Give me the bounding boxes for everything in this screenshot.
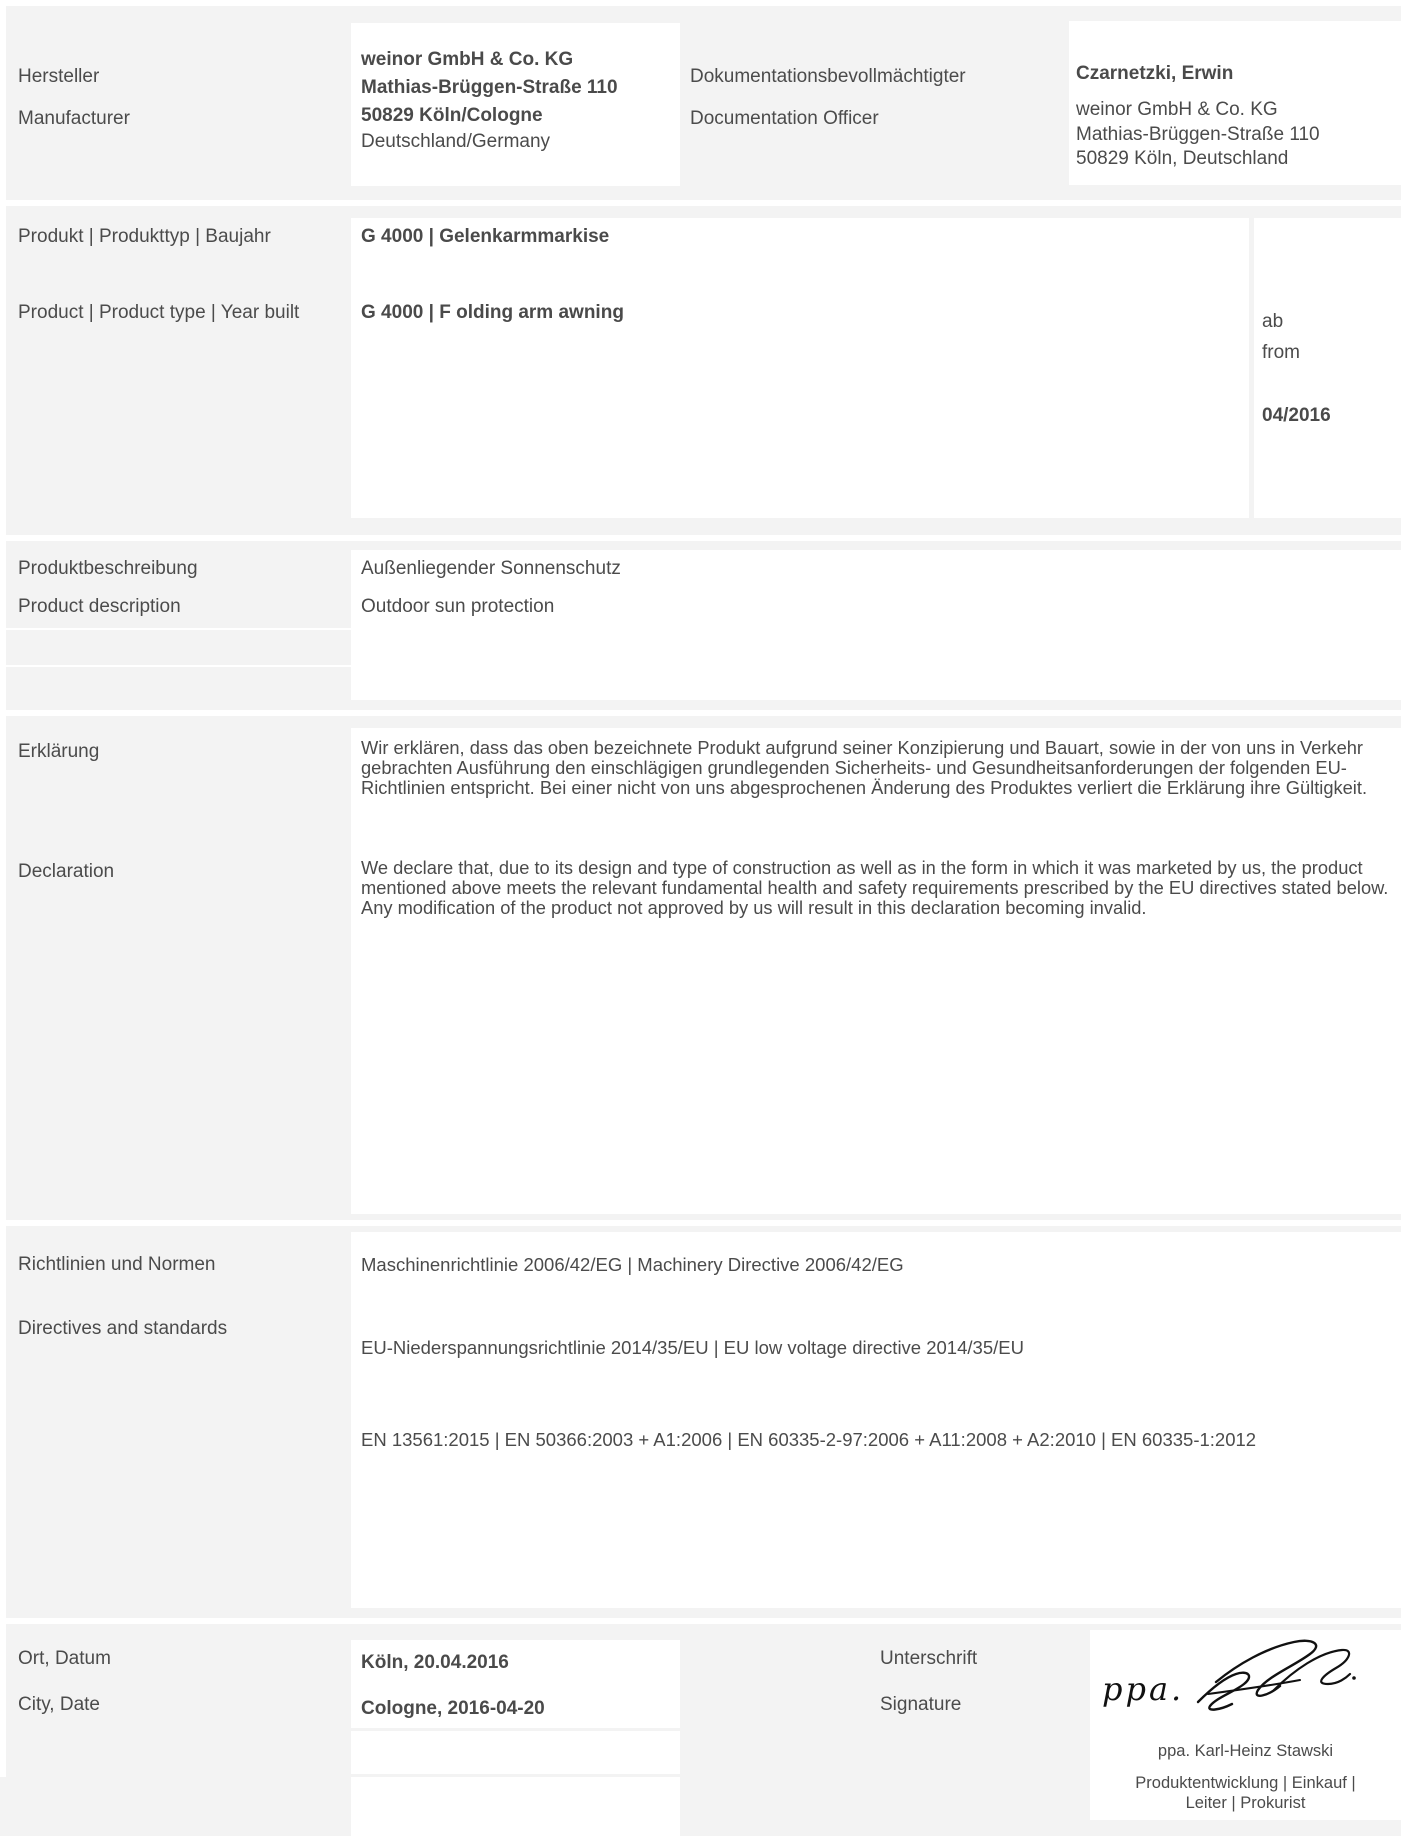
declaration-text-de: Wir erklären, dass das oben bezeichnete …	[361, 737, 1368, 798]
declaration-label-en: Declaration	[18, 861, 115, 882]
manufacturer-company: weinor GmbH & Co. KG	[361, 49, 574, 70]
description-label-divider	[6, 628, 351, 630]
directive-item: Maschinenrichtlinie 2006/42/EG | Machine…	[361, 1254, 904, 1275]
signer-role: Produktentwicklung | Einkauf | Leiter | …	[1135, 1774, 1356, 1812]
place-date-label-de: Ort, Datum	[18, 1648, 111, 1669]
product-label-de: Produkt | Produkttyp | Baujahr	[18, 226, 271, 247]
place-date-footer-label	[0, 1777, 351, 1836]
directives-value-box	[351, 1232, 1401, 1608]
officer-company: weinor GmbH & Co. KG	[1076, 99, 1278, 120]
year-box	[1254, 218, 1401, 518]
description-row-divider	[351, 626, 1401, 628]
signature-scribble-icon	[1196, 1639, 1356, 1711]
description-value-en: Outdoor sun protection	[361, 596, 555, 617]
year-ab: ab	[1262, 311, 1284, 332]
place-date-value-de: Köln, 20.04.2016	[361, 1652, 509, 1673]
product-row-divider	[351, 292, 1249, 294]
directives-label-en: Directives and standards	[18, 1318, 228, 1339]
manufacturer-city: 50829 Köln/Cologne	[361, 105, 543, 126]
signature-label-en: Signature	[880, 1694, 962, 1715]
declaration-row-divider	[351, 973, 1401, 975]
declaration-text-en: We declare that, due to its design and t…	[361, 857, 1389, 918]
description-value-de: Außenliegender Sonnenschutz	[361, 558, 621, 579]
directive-item: EU-Niederspannungsrichtlinie 2014/35/EU …	[361, 1337, 1024, 1358]
description-label-divider	[6, 665, 351, 667]
product-name-en: G 4000 | F olding arm awning	[361, 302, 624, 323]
description-label-en: Product description	[18, 596, 181, 617]
signature-label-de: Unterschrift	[880, 1648, 978, 1669]
place-date-extra-row	[351, 1777, 680, 1836]
description-label-de: Produktbeschreibung	[18, 558, 198, 579]
officer-city: 50829 Köln, Deutschland	[1076, 148, 1289, 169]
declaration-label-de: Erklärung	[18, 741, 100, 762]
place-date-value-en: Cologne, 2016-04-20	[361, 1698, 545, 1719]
manufacturer-label-en: Manufacturer	[18, 108, 130, 129]
directives-label-de: Richtlinien und Normen	[18, 1254, 216, 1275]
signer-name: ppa. Karl-Heinz Stawski	[1157, 1742, 1334, 1760]
declaration-value-box	[351, 728, 1401, 1214]
declaration-of-conformity-page: Hersteller Manufacturer weinor GmbH & Co…	[0, 0, 1407, 1836]
place-date-label-en: City, Date	[18, 1694, 101, 1715]
officer-name: Czarnetzki, Erwin	[1076, 63, 1234, 84]
directive-item: EN 13561:2015 | EN 50366:2003 + A1:2006 …	[361, 1429, 1257, 1450]
product-row-divider	[351, 444, 1249, 446]
declaration-row-divider	[351, 1093, 1401, 1095]
description-row-divider	[351, 664, 1401, 666]
year-from: from	[1262, 342, 1300, 363]
product-name-de: G 4000 | Gelenkarmmarkise	[361, 226, 610, 247]
year-value: 04/2016	[1262, 405, 1331, 426]
officer-street: Mathias-Brüggen-Straße 110	[1076, 124, 1320, 145]
manufacturer-street: Mathias-Brüggen-Straße 110	[361, 77, 618, 98]
manufacturer-country: Deutschland/Germany	[361, 131, 551, 152]
product-label-en: Product | Product type | Year built	[18, 302, 300, 323]
product-row-divider	[351, 368, 1249, 370]
place-date-extra-row	[351, 1731, 680, 1774]
officer-label-de: Dokumentationsbevollmächtigter	[690, 66, 966, 87]
description-row-divider	[351, 588, 1401, 590]
handwritten-signature: ppa.	[1098, 1634, 1368, 1724]
declaration-row-divider	[351, 853, 1401, 855]
manufacturer-label-de: Hersteller	[18, 66, 100, 87]
officer-label-en: Documentation Officer	[690, 108, 879, 129]
